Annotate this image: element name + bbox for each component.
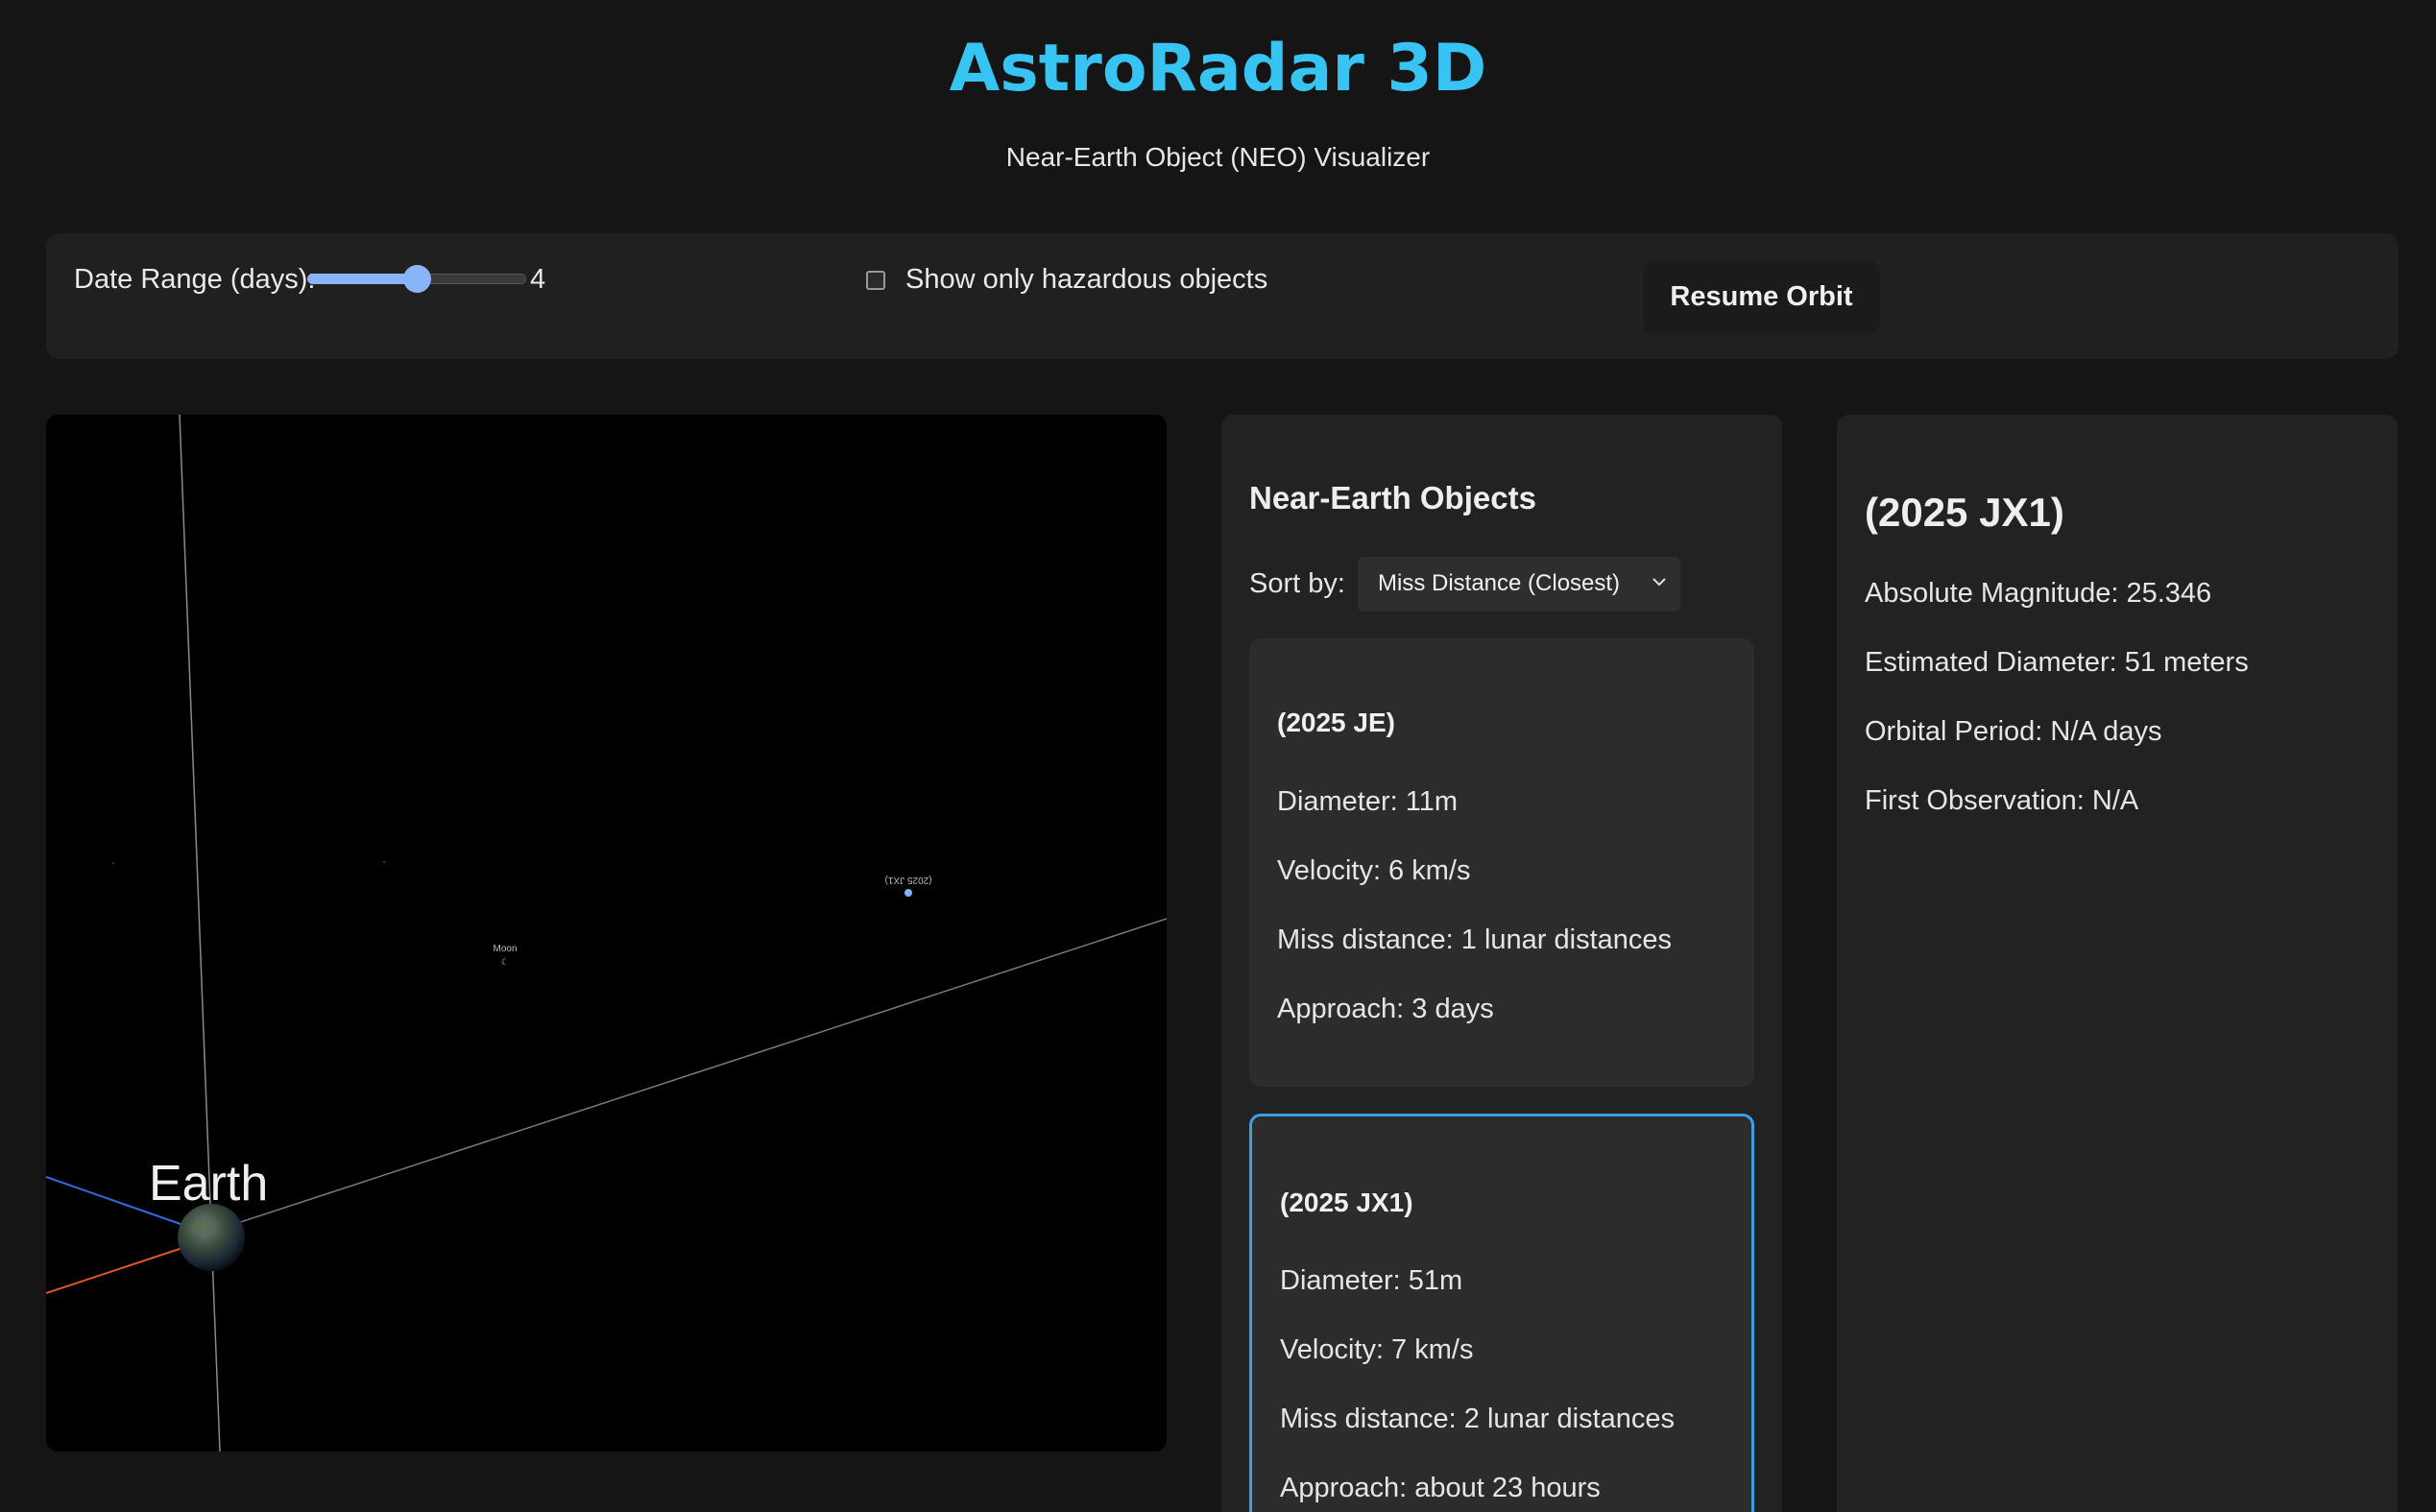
- neo-card-velocity: Velocity: 7 km/s: [1280, 1334, 1474, 1365]
- neo-marker-label: (2025 JX1): [885, 875, 932, 885]
- neo-card[interactable]: (2025 JE) Diameter: 11m Velocity: 6 km/s…: [1249, 638, 1754, 1087]
- neo-card-approach: Approach: about 23 hours: [1280, 1473, 1601, 1503]
- orbit-viewport[interactable]: (2025 JX1) Moon ☾ Earth: [46, 415, 1167, 1452]
- moon-glyph: ☾: [501, 958, 509, 968]
- hazardous-checkbox[interactable]: [866, 271, 885, 290]
- axis-line-diagonal: [213, 918, 1167, 1232]
- earth-label: Earth: [149, 1156, 268, 1212]
- neo-list-title: Near-Earth Objects: [1249, 480, 1536, 516]
- controls-bar: [46, 233, 2399, 359]
- neo-card-diameter: Diameter: 51m: [1280, 1265, 1463, 1296]
- neo-card-miss-distance: Miss distance: 1 lunar distances: [1277, 924, 1673, 955]
- app-page: AstroRadar 3D Near-Earth Object (NEO) Vi…: [0, 0, 2436, 1512]
- app-title: AstroRadar 3D: [949, 31, 1487, 107]
- resume-orbit-button[interactable]: Resume Orbit: [1643, 261, 1880, 333]
- neo-card-name: (2025 JE): [1277, 708, 1395, 737]
- axis-line-vertical: [179, 415, 221, 1452]
- neo-card-approach: Approach: 3 days: [1277, 994, 1494, 1024]
- details-first-observation: First Observation: N/A: [1865, 785, 2139, 816]
- earth-globe: [178, 1204, 245, 1271]
- details-orbital-period: Orbital Period: N/A days: [1865, 716, 2162, 747]
- date-range-value: 4: [530, 264, 546, 295]
- orbit-scene[interactable]: (2025 JX1) Moon ☾ Earth: [46, 415, 1167, 1452]
- neo-list-panel: Near-Earth Objects Sort by: Miss Distanc…: [1221, 415, 1782, 1512]
- app-subtitle: Near-Earth Object (NEO) Visualizer: [1005, 142, 1431, 172]
- neo-card-miss-distance: Miss distance: 2 lunar distances: [1280, 1404, 1676, 1434]
- neo-card-selected[interactable]: (2025 JX1) Diameter: 51m Velocity: 7 km/…: [1249, 1114, 1754, 1512]
- date-range-slider-fill: [307, 274, 417, 284]
- axis-line-orange: [46, 1241, 201, 1294]
- sort-label: Sort by:: [1249, 568, 1345, 599]
- hazardous-checkbox-label[interactable]: Show only hazardous objects: [905, 264, 1267, 296]
- chevron-down-icon: [1652, 578, 1666, 587]
- details-absolute-magnitude: Absolute Magnitude: 25.346: [1865, 578, 2212, 609]
- neo-card-name: (2025 JX1): [1280, 1188, 1413, 1217]
- date-range-slider-thumb[interactable]: [403, 265, 431, 293]
- details-estimated-diameter: Estimated Diameter: 51 meters: [1865, 647, 2249, 678]
- details-title: (2025 JX1): [1865, 490, 2064, 535]
- date-range-label: Date Range (days):: [74, 264, 316, 295]
- sort-select-value: Miss Distance (Closest): [1378, 570, 1621, 596]
- sort-select[interactable]: Miss Distance (Closest): [1358, 557, 1680, 612]
- neo-card-velocity: Velocity: 6 km/s: [1277, 855, 1471, 886]
- neo-details-panel: (2025 JX1) Absolute Magnitude: 25.346 Es…: [1837, 415, 2398, 1512]
- neo-card-diameter: Diameter: 11m: [1277, 786, 1459, 817]
- neo-marker-dot: [904, 889, 912, 897]
- star: [112, 862, 114, 864]
- moon-label: Moon: [493, 944, 517, 954]
- star: [383, 861, 385, 863]
